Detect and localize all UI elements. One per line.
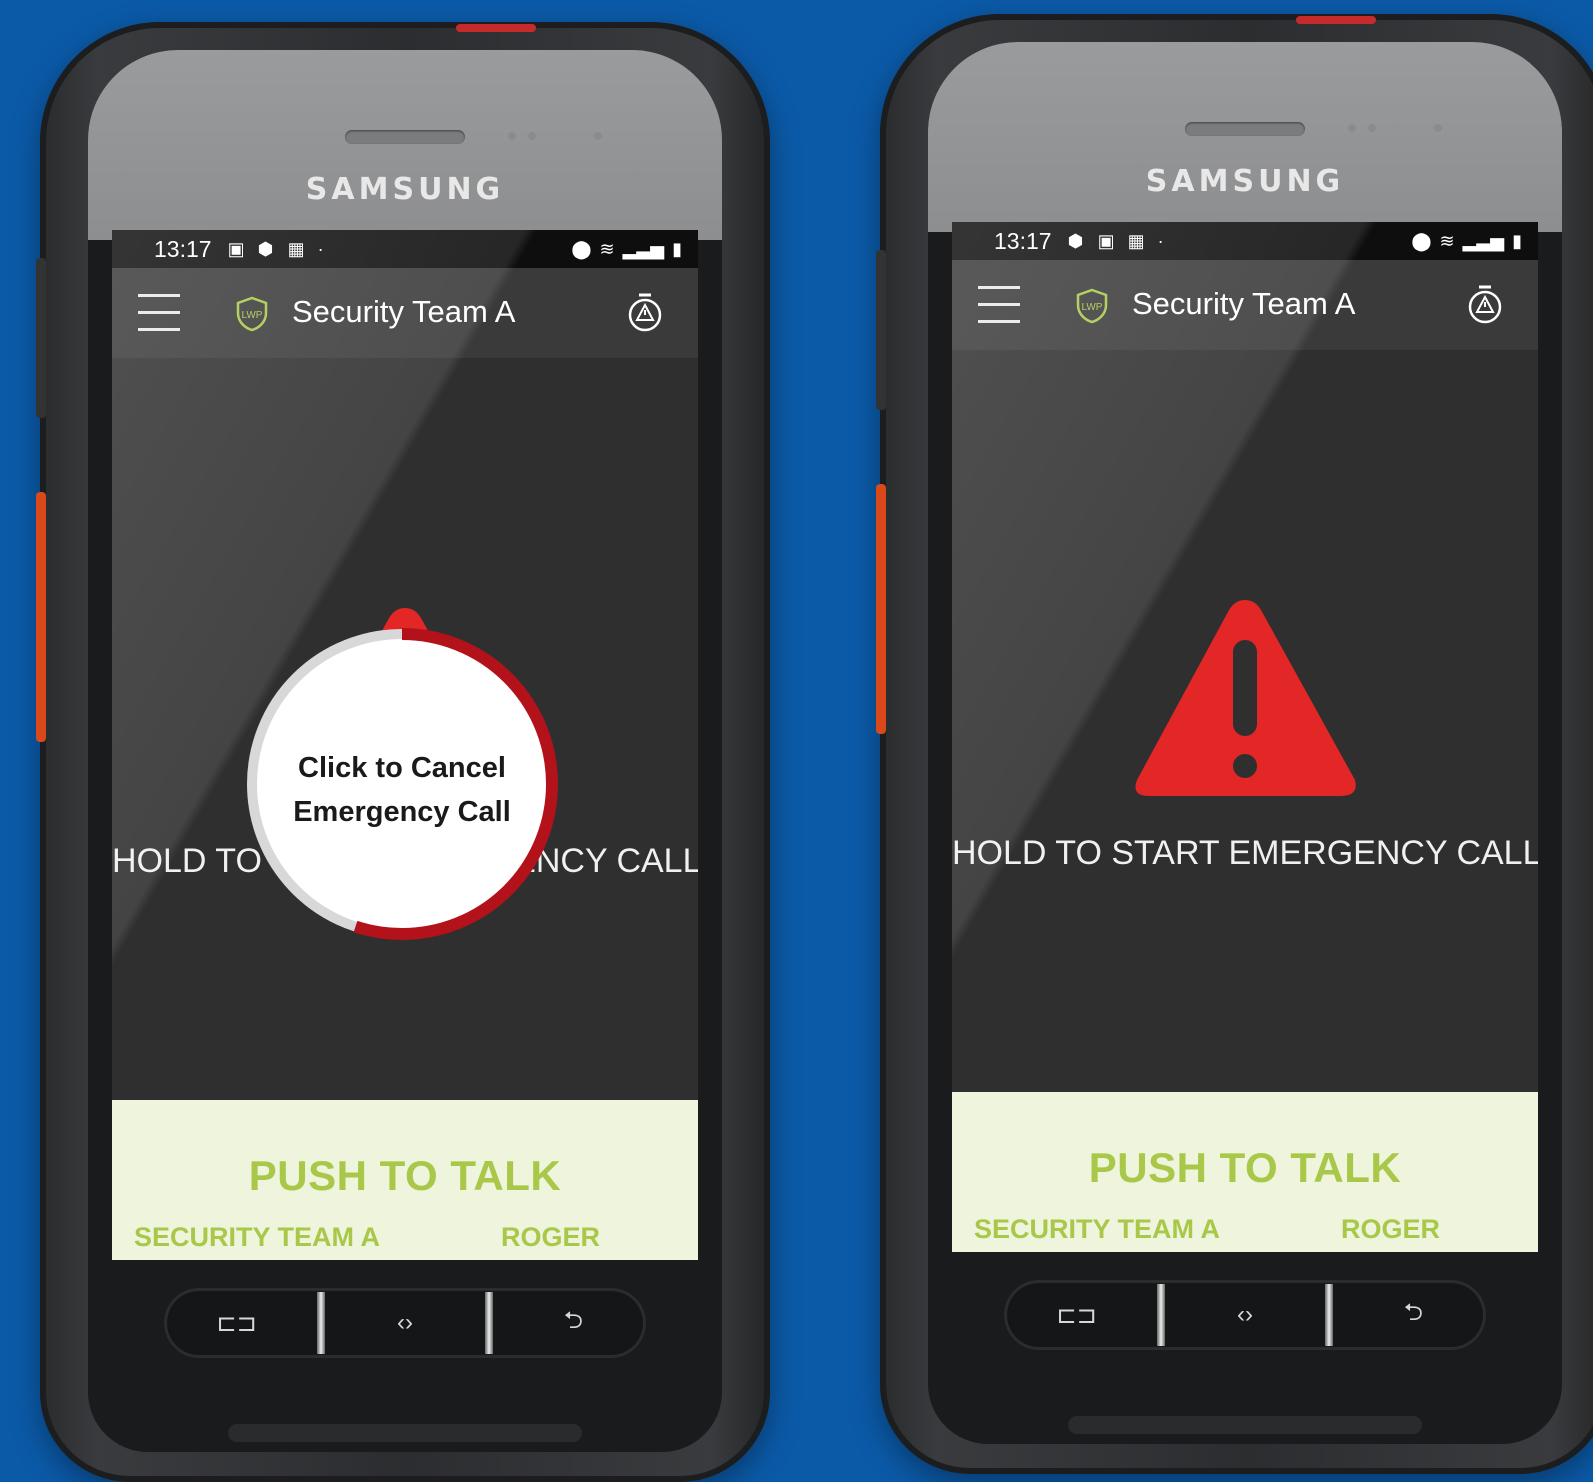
sensor-dot [1368, 124, 1376, 132]
nav-divider [1156, 1284, 1165, 1346]
brand-logo: SAMSUNG [305, 172, 505, 207]
location-icon: ⬤ [1411, 230, 1432, 251]
bottom-grip [228, 1424, 582, 1442]
status-time: 13:17 [154, 235, 212, 262]
emergency-area: HOLD TO START EMERGENCY CALL Click to Ca… [112, 358, 698, 1100]
home-key-icon[interactable]: ‹› [340, 1294, 470, 1352]
emergency-timer-icon[interactable] [1466, 284, 1504, 324]
nav-divider [316, 1292, 325, 1354]
warning-triangle-icon[interactable] [1127, 590, 1363, 806]
shield-status-icon: ⬢ [1067, 231, 1084, 251]
cancel-emergency-button[interactable]: Click to Cancel Emergency Call [246, 628, 558, 940]
calendar-icon: ▦ [287, 239, 305, 259]
wifi-icon: ≋ [599, 238, 615, 259]
power-key [1296, 16, 1376, 24]
ptt-title: PUSH TO TALK [248, 1152, 562, 1199]
app-title: Security Team A [1132, 286, 1356, 321]
device-bezel: SAMSUNG 13:17 ⬢ ▣ ▦ · ⬤ ≋ ▂▃▅ ▮ LWP Secu… [928, 42, 1562, 1444]
earpiece-speaker [345, 130, 465, 144]
device-top-glass: SAMSUNG [88, 50, 722, 240]
cancel-text-line2: Emergency Call [293, 796, 511, 828]
sensor-dot [528, 132, 536, 140]
signal-icon: ▂▃▅ [1462, 230, 1505, 251]
battery-icon: ▮ [672, 238, 682, 259]
hardware-nav-bar: ⊏⊐ ‹› ⮌ [1004, 1280, 1486, 1350]
status-bar: 13:17 ▣ ⬢ ▦ · ⬤ ≋ ▂▃▅ ▮ [112, 230, 698, 268]
emergency-timer-icon[interactable] [626, 292, 664, 332]
brand-logo: SAMSUNG [1145, 164, 1345, 199]
gallery-icon: ▣ [227, 239, 245, 259]
phone-screen: 13:17 ▣ ⬢ ▦ · ⬤ ≋ ▂▃▅ ▮ LWP Security Tea… [112, 230, 698, 1260]
ptt-user: ROGER [1340, 1214, 1440, 1244]
earpiece-speaker [1185, 122, 1305, 136]
sensor-dot [508, 132, 516, 140]
shield-status-icon: ⬢ [257, 239, 274, 259]
back-key-icon[interactable]: ⮌ [508, 1294, 638, 1352]
battery-icon: ▮ [1512, 230, 1522, 251]
wifi-icon: ≋ [1439, 230, 1455, 251]
menu-icon[interactable] [138, 294, 180, 331]
ptt-channel: SECURITY TEAM A [134, 1222, 381, 1252]
status-bar: 13:17 ⬢ ▣ ▦ · ⬤ ≋ ▂▃▅ ▮ [952, 222, 1538, 260]
device-bezel: SAMSUNG 13:17 ▣ ⬢ ▦ · ⬤ ≋ ▂▃▅ ▮ LWP Secu… [88, 50, 722, 1452]
front-camera [594, 132, 602, 140]
lwp-logo-text: LWP [1082, 302, 1103, 313]
hold-emergency-text: HOLD TO START EMERGENCY CALL [952, 834, 1538, 872]
front-camera [1434, 124, 1442, 132]
app-toolbar: LWP Security Team A [112, 268, 698, 358]
dot-icon: · [317, 239, 324, 259]
device-top-glass: SAMSUNG [928, 42, 1562, 232]
gallery-icon: ▣ [1097, 231, 1115, 251]
ptt-channel: SECURITY TEAM A [974, 1214, 1221, 1244]
volume-key [876, 250, 886, 410]
recents-key-icon[interactable]: ⊏⊐ [172, 1294, 302, 1352]
recents-key-icon[interactable]: ⊏⊐ [1012, 1286, 1142, 1344]
location-icon: ⬤ [571, 238, 592, 259]
power-key [456, 24, 536, 32]
home-key-icon[interactable]: ‹› [1180, 1286, 1310, 1344]
app-title: Security Team A [292, 294, 516, 329]
emergency-area[interactable]: HOLD TO START EMERGENCY CALL [952, 350, 1538, 1092]
volume-key [36, 258, 46, 418]
cancel-emergency-label: Click to Cancel Emergency Call [246, 746, 558, 834]
cancel-text-line1: Click to Cancel [298, 752, 506, 784]
phone-screen: 13:17 ⬢ ▣ ▦ · ⬤ ≋ ▂▃▅ ▮ LWP Security Tea… [952, 222, 1538, 1252]
back-key-icon[interactable]: ⮌ [1348, 1286, 1478, 1344]
bottom-grip [1068, 1416, 1422, 1434]
ptt-side-key [36, 492, 46, 742]
signal-icon: ▂▃▅ [622, 238, 665, 259]
nav-divider [1325, 1284, 1334, 1346]
lwp-shield-icon: LWP [236, 296, 268, 332]
ptt-user: ROGER [500, 1222, 600, 1252]
hardware-nav-bar: ⊏⊐ ‹› ⮌ [164, 1288, 646, 1358]
nav-divider [485, 1292, 494, 1354]
status-time: 13:17 [994, 227, 1052, 254]
phone-device-left: SAMSUNG 13:17 ▣ ⬢ ▦ · ⬤ ≋ ▂▃▅ ▮ LWP Secu… [36, 22, 770, 1482]
lwp-logo-text: LWP [242, 310, 263, 321]
push-to-talk-button[interactable]: PUSH TO TALK SECURITY TEAM A ROGER [952, 1092, 1538, 1252]
phone-device-right: SAMSUNG 13:17 ⬢ ▣ ▦ · ⬤ ≋ ▂▃▅ ▮ LWP Secu… [876, 14, 1593, 1474]
dot-icon: · [1157, 231, 1164, 251]
ptt-title: PUSH TO TALK [1088, 1144, 1402, 1191]
push-to-talk-button[interactable]: PUSH TO TALK SECURITY TEAM A ROGER [112, 1100, 698, 1260]
ptt-side-key [876, 484, 886, 734]
app-toolbar: LWP Security Team A [952, 260, 1538, 350]
sensor-dot [1348, 124, 1356, 132]
menu-icon[interactable] [978, 286, 1020, 323]
lwp-shield-icon: LWP [1076, 288, 1108, 324]
calendar-icon: ▦ [1127, 231, 1145, 251]
